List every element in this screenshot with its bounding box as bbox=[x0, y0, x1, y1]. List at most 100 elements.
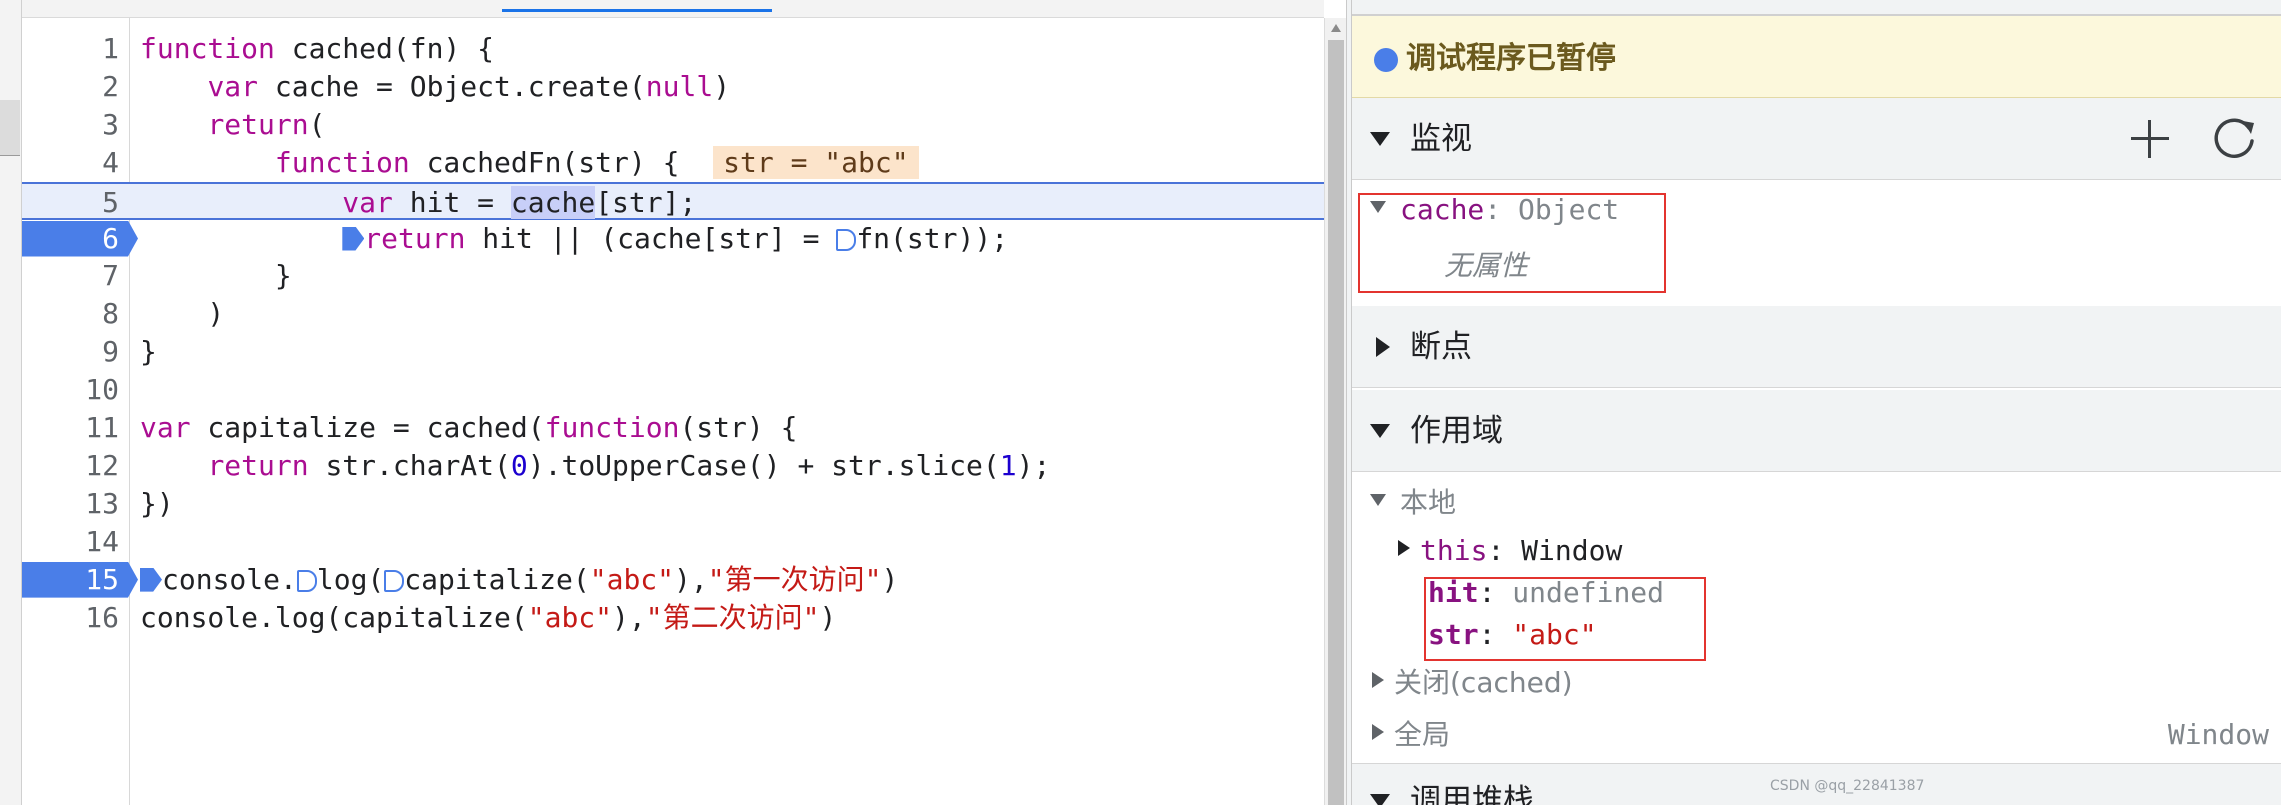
code-line[interactable]: 14 bbox=[22, 523, 1324, 561]
code-text: return str.charAt(0).toUpperCase() + str… bbox=[140, 447, 1050, 485]
scrollbar-thumb[interactable] bbox=[1328, 40, 1344, 805]
line-number[interactable]: 7 bbox=[22, 257, 119, 295]
code-text: } bbox=[140, 257, 292, 295]
expand-arrow-icon[interactable] bbox=[1370, 494, 1386, 506]
code-token: var bbox=[342, 185, 393, 219]
code-line[interactable]: 4 function cachedFn(str) { str = "abc" bbox=[22, 144, 1324, 182]
code-line[interactable]: 10 bbox=[22, 371, 1324, 409]
inline-breakpoint-icon[interactable] bbox=[384, 569, 405, 592]
code-token: "第一次访问" bbox=[707, 562, 882, 596]
code-token: cachedFn(str) { bbox=[409, 145, 714, 179]
watch-title: 监视 bbox=[1410, 121, 1472, 157]
inline-breakpoint-icon[interactable] bbox=[296, 569, 317, 592]
panel-resize-handle[interactable] bbox=[0, 100, 20, 156]
expand-arrow-icon[interactable] bbox=[1372, 672, 1384, 688]
code-text: console.log(capitalize("abc"),"第二次访问") bbox=[140, 599, 836, 637]
code-token: capitalize( bbox=[404, 562, 590, 596]
code-token: [str]; bbox=[595, 185, 697, 219]
colon: : bbox=[1487, 534, 1522, 567]
code-token: return bbox=[207, 448, 309, 482]
line-number[interactable]: 11 bbox=[22, 409, 119, 447]
line-number[interactable]: 10 bbox=[22, 371, 119, 409]
closure-label: 关闭(cached) bbox=[1394, 666, 1573, 699]
code-token: function bbox=[274, 145, 410, 179]
line-number[interactable]: 2 bbox=[22, 68, 119, 106]
code-token: return bbox=[364, 221, 466, 255]
code-text: console. log(capitalize("abc"),"第一次访问") bbox=[140, 561, 898, 599]
inline-breakpoint-icon[interactable] bbox=[342, 226, 365, 251]
line-number[interactable]: 14 bbox=[22, 523, 119, 561]
expand-arrow-icon[interactable] bbox=[1370, 132, 1390, 146]
expand-arrow-icon[interactable] bbox=[1370, 424, 1390, 438]
expand-arrow-icon[interactable] bbox=[1372, 724, 1384, 740]
line-number[interactable]: 3 bbox=[22, 106, 119, 144]
code-token: hit = bbox=[392, 185, 511, 219]
code-token: var bbox=[140, 411, 191, 444]
line-number[interactable]: 13 bbox=[22, 485, 119, 523]
line-number[interactable]: 5 bbox=[22, 184, 119, 222]
code-text: var capitalize = cached(function(str) { bbox=[140, 409, 797, 447]
code-token: str.charAt( bbox=[308, 448, 511, 482]
line-number[interactable]: 16 bbox=[22, 599, 119, 637]
code-token: ( bbox=[308, 107, 326, 141]
breakpoints-section-header[interactable]: 断点 bbox=[1352, 306, 2281, 388]
code-line[interactable]: 2 var cache = Object.create(null) bbox=[22, 68, 1324, 106]
line-number[interactable]: 4 bbox=[22, 144, 119, 182]
expand-arrow-icon[interactable] bbox=[1398, 540, 1410, 556]
breakpoints-title: 断点 bbox=[1410, 329, 1472, 365]
line-number[interactable]: 12 bbox=[22, 447, 119, 485]
line-number[interactable]: 15 bbox=[22, 561, 119, 599]
code-text: return( bbox=[140, 106, 325, 144]
code-token: 1 bbox=[999, 448, 1017, 482]
scope-this[interactable]: this: Window bbox=[1398, 531, 1622, 571]
code-line[interactable]: 8 ) bbox=[22, 295, 1324, 333]
code-line[interactable]: 11 var capitalize = cached(function(str) … bbox=[22, 409, 1324, 447]
watch-section-header[interactable]: 监视 bbox=[1352, 98, 2281, 180]
line-number[interactable]: 6 bbox=[22, 220, 119, 258]
code-token: hit || (cache[str] = bbox=[465, 221, 837, 255]
code-line[interactable]: 12 return str.charAt(0).toUpperCase() + … bbox=[22, 447, 1324, 485]
code-line[interactable]: 1 function cached(fn) { bbox=[22, 30, 1324, 68]
scope-local[interactable]: 本地 bbox=[1370, 483, 1456, 523]
code-token: } bbox=[140, 259, 292, 293]
code-token: console. bbox=[162, 562, 297, 596]
line-number[interactable]: 8 bbox=[22, 295, 119, 333]
code-token: ) bbox=[140, 297, 225, 331]
code-line[interactable]: 5 var hit = cache[str]; bbox=[22, 181, 1324, 222]
code-token: 0 bbox=[510, 448, 528, 482]
code-token: ) bbox=[819, 600, 837, 634]
expand-arrow-icon[interactable] bbox=[1370, 794, 1390, 805]
code-line[interactable]: 9} bbox=[22, 333, 1324, 371]
scope-section-header[interactable]: 作用域 bbox=[1352, 390, 2281, 472]
scroll-up-icon[interactable] bbox=[1331, 24, 1341, 32]
code-line[interactable]: 15 console. log(capitalize("abc"),"第一次访问") bbox=[22, 561, 1324, 599]
refresh-icon[interactable] bbox=[2210, 115, 2258, 163]
code-token: "第二次访问" bbox=[645, 600, 820, 634]
collapse-arrow-icon[interactable] bbox=[1376, 337, 1390, 357]
line-number[interactable]: 9 bbox=[22, 333, 119, 371]
scope-global[interactable]: 全局 bbox=[1372, 715, 1450, 755]
code-token: }) bbox=[140, 486, 174, 520]
code-line[interactable]: 16 console.log(capitalize("abc"),"第二次访问") bbox=[22, 599, 1324, 637]
inline-breakpoint-icon[interactable] bbox=[140, 567, 162, 592]
source-editor[interactable]: 1 function cached(fn) {2 var cache = Obje… bbox=[22, 18, 1324, 805]
global-label: 全局 bbox=[1394, 718, 1451, 751]
scope-closure[interactable]: 关闭(cached) bbox=[1372, 663, 1573, 703]
code-text: } bbox=[140, 333, 157, 371]
code-text: var cache = Object.create(null) bbox=[140, 68, 730, 106]
code-line[interactable]: 7 } bbox=[22, 257, 1324, 295]
active-tab-indicator[interactable] bbox=[502, 9, 772, 12]
code-line[interactable]: 3 return( bbox=[22, 106, 1324, 144]
this-value: Window bbox=[1521, 534, 1623, 567]
line-number[interactable]: 1 bbox=[22, 30, 119, 68]
paused-banner: 调试程序已暂停 bbox=[1352, 16, 2281, 98]
plus-icon[interactable] bbox=[2127, 116, 2173, 162]
code-line[interactable]: 13}) bbox=[22, 485, 1324, 523]
inline-breakpoint-icon[interactable] bbox=[836, 228, 857, 251]
editor-scrollbar[interactable] bbox=[1324, 18, 1346, 805]
watermark: CSDN @qq_22841387 bbox=[1770, 778, 1925, 794]
debugger-toolbar bbox=[1352, 0, 2281, 16]
code-line[interactable]: 6 return hit || (cache[str] = fn(str)); bbox=[22, 220, 1324, 258]
code-text: ) bbox=[140, 295, 224, 333]
